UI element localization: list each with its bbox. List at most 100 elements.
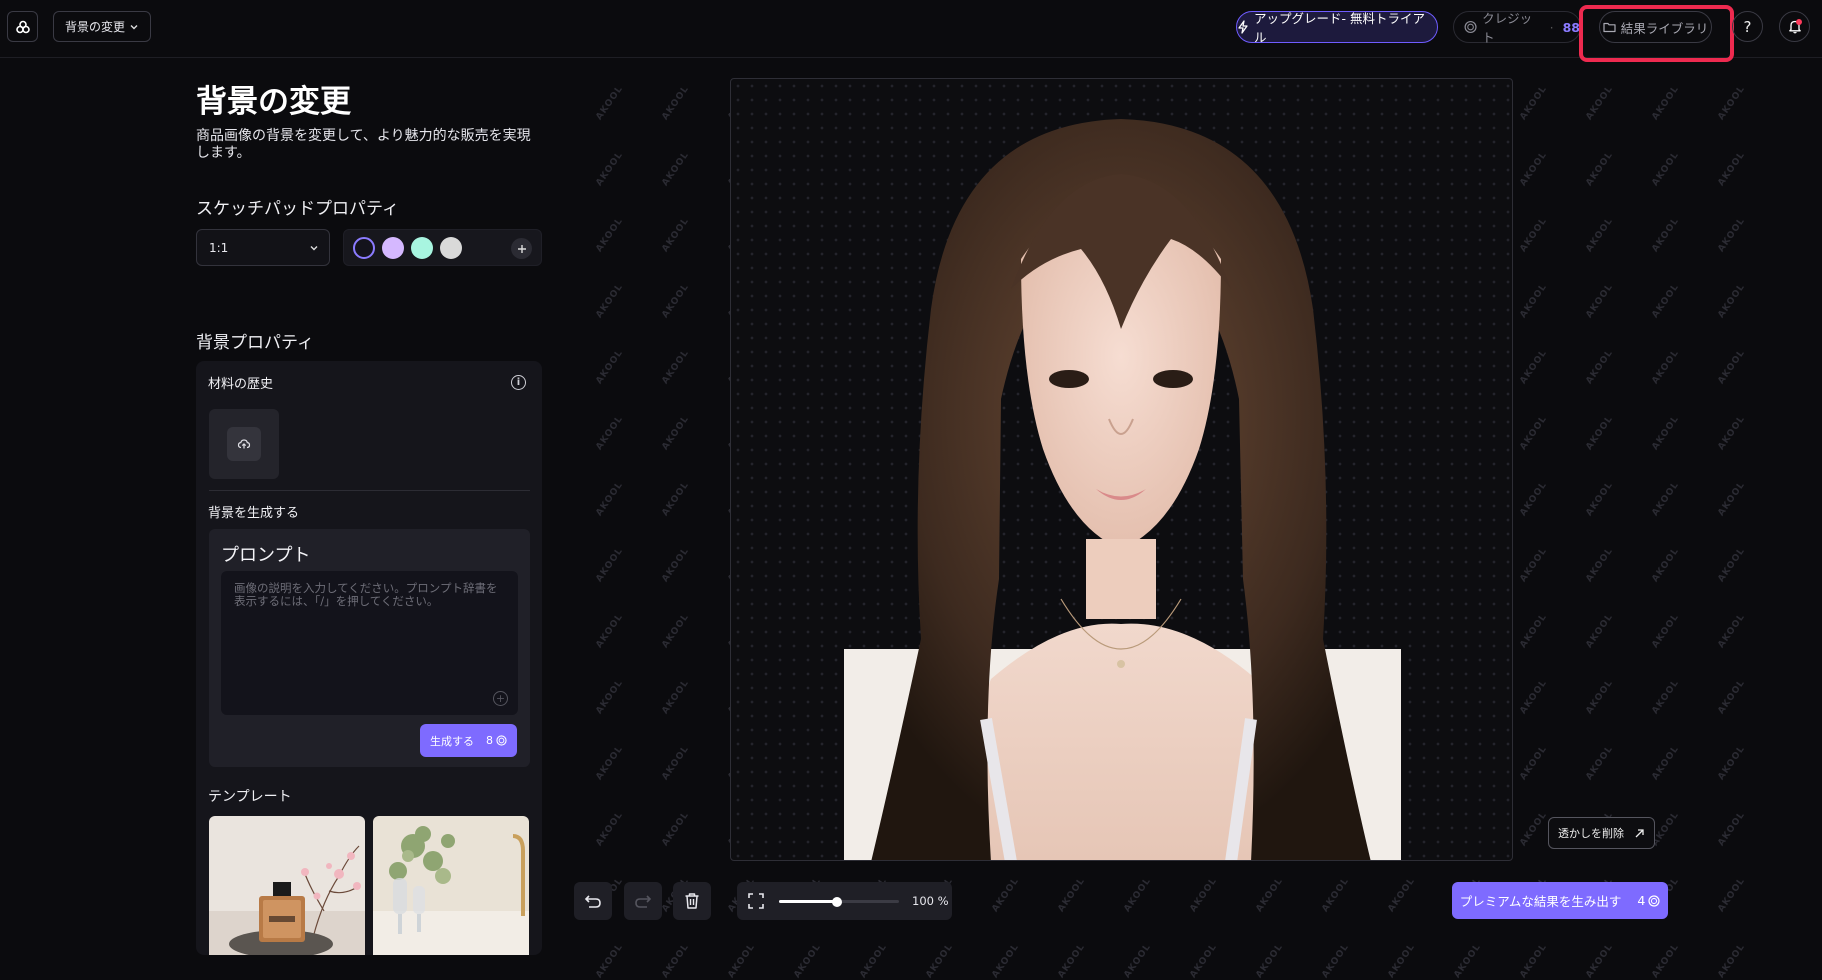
premium-cost: 4 — [1637, 893, 1660, 908]
generate-button-label: 生成する — [430, 734, 474, 748]
left-panel: 背景の変更 商品画像の背景を変更して、より魅力的な販売を実現します。 スケッチパ… — [196, 58, 542, 955]
watermark-text: AKOOL — [1518, 479, 1550, 519]
color-swatch-4[interactable] — [440, 236, 462, 259]
credits-badge[interactable]: クレジット · 88 — [1453, 11, 1581, 45]
watermark-text: AKOOL — [1518, 215, 1550, 255]
fullscreen-icon[interactable] — [748, 893, 764, 909]
delete-button[interactable] — [673, 882, 711, 920]
generate-button[interactable]: 生成する 8 — [420, 724, 517, 757]
watermark-text: AKOOL — [1650, 413, 1682, 453]
watermark-text: AKOOL — [1518, 149, 1550, 189]
watermark-text: AKOOL — [594, 809, 626, 849]
watermark-text: AKOOL — [1452, 941, 1484, 980]
watermark-text: AKOOL — [1518, 743, 1550, 783]
undo-button[interactable] — [574, 882, 612, 920]
prompt-box: プロンプト 画像の説明を入力してください。プロンプト辞書を表示するには、「/」を… — [209, 529, 530, 767]
arrow-up-right-icon — [1635, 828, 1644, 837]
trash-icon — [685, 893, 699, 909]
page-description: 商品画像の背景を変更して、より魅力的な販売を実現します。 — [196, 128, 531, 161]
remove-watermark-label: 透かしを削除 — [1558, 827, 1624, 840]
tool-select-dropdown[interactable]: 背景の変更 — [53, 11, 151, 42]
watermark-text: AKOOL — [1716, 479, 1748, 519]
logo-button[interactable] — [7, 11, 38, 42]
redo-button[interactable] — [624, 882, 662, 920]
divider — [209, 490, 530, 491]
table-template-image — [373, 816, 529, 955]
watermark-text: AKOOL — [792, 941, 824, 980]
watermark-text: AKOOL — [1650, 677, 1682, 717]
watermark-text: AKOOL — [1584, 677, 1616, 717]
remove-watermark-button[interactable]: 透かしを削除 — [1548, 817, 1655, 849]
upgrade-button[interactable]: アップグレード- 無料トライアル — [1236, 11, 1438, 45]
watermark-text: AKOOL — [1584, 611, 1616, 651]
coin-icon — [1464, 20, 1477, 34]
template-thumbnail-perfume[interactable] — [209, 816, 365, 955]
redo-icon — [635, 895, 652, 908]
watermark-text: AKOOL — [1518, 83, 1550, 123]
aspect-ratio-value: 1:1 — [209, 240, 229, 255]
watermark-text: AKOOL — [1650, 545, 1682, 585]
watermark-text: AKOOL — [1584, 149, 1616, 189]
watermark-text: AKOOL — [1188, 875, 1220, 915]
upload-material-button[interactable] — [209, 409, 279, 479]
upgrade-label: アップグレード- 無料トライアル — [1253, 11, 1425, 45]
color-swatch-3[interactable] — [411, 236, 433, 259]
watermark-text: AKOOL — [1518, 941, 1550, 980]
watermark-text: AKOOL — [1386, 941, 1418, 980]
results-library-button[interactable]: 結果ライブラリ — [1599, 11, 1712, 43]
watermark-text: AKOOL — [1254, 941, 1286, 980]
prompt-add-icon[interactable]: + — [493, 691, 508, 706]
watermark-text: AKOOL — [1716, 941, 1748, 980]
watermark-text: AKOOL — [990, 941, 1022, 980]
watermark-text: AKOOL — [1188, 941, 1220, 980]
undo-icon — [584, 895, 601, 908]
color-swatch-2[interactable] — [382, 236, 404, 259]
zoom-slider-handle[interactable] — [831, 896, 842, 907]
watermark-text: AKOOL — [594, 413, 626, 453]
watermark-text: AKOOL — [660, 83, 692, 123]
watermark-text: AKOOL — [1584, 479, 1616, 519]
prompt-input[interactable]: 画像の説明を入力してください。プロンプト辞書を表示するには、「/」を押してくださ… — [221, 571, 518, 715]
info-icon[interactable]: i — [511, 375, 526, 390]
watermark-text: AKOOL — [594, 281, 626, 321]
watermark-text: AKOOL — [594, 347, 626, 387]
watermark-text: AKOOL — [924, 941, 956, 980]
watermark-text: AKOOL — [1584, 215, 1616, 255]
zoom-control: 100 % — [737, 882, 952, 920]
background-properties-title: 背景プロパティ — [196, 333, 314, 353]
watermark-text: AKOOL — [1650, 347, 1682, 387]
zoom-level-text: 100 % — [912, 894, 949, 908]
template-thumbnail-table[interactable] — [373, 816, 529, 955]
generate-premium-button[interactable]: プレミアムな結果を生み出す 4 — [1452, 882, 1668, 919]
watermark-text: AKOOL — [1584, 281, 1616, 321]
generate-cost-value: 8 — [486, 734, 493, 747]
aspect-ratio-select[interactable]: 1:1 — [196, 229, 330, 266]
watermark-text: AKOOL — [1254, 875, 1286, 915]
watermark-text: AKOOL — [594, 479, 626, 519]
notification-dot — [1796, 19, 1802, 25]
add-color-button[interactable] — [511, 238, 532, 259]
help-button[interactable]: ? — [1732, 11, 1763, 42]
watermark-text: AKOOL — [1716, 611, 1748, 651]
watermark-text: AKOOL — [660, 809, 692, 849]
watermark-text: AKOOL — [594, 545, 626, 585]
credits-label: クレジット — [1482, 11, 1533, 45]
watermark-text: AKOOL — [594, 743, 626, 783]
page-title: 背景の変更 — [196, 84, 351, 120]
material-history-label: 材料の歴史 — [208, 377, 274, 392]
zoom-slider[interactable] — [779, 896, 899, 907]
zoom-slider-fill — [779, 900, 837, 903]
watermark-text: AKOOL — [858, 941, 890, 980]
top-bar: 背景の変更 アップグレード- 無料トライアル クレジット · 88 結果ライブラ… — [0, 0, 1822, 62]
background-properties-card: 材料の歴史 i 背景を生成する プロンプト 画像の説明を入力してください。プロン… — [196, 361, 542, 955]
generate-background-label: 背景を生成する — [208, 506, 300, 521]
watermark-text: AKOOL — [594, 611, 626, 651]
image-canvas[interactable] — [730, 78, 1513, 861]
watermark-text: AKOOL — [1650, 83, 1682, 123]
color-swatch-1[interactable] — [353, 236, 375, 259]
credits-separator: · — [1549, 19, 1554, 35]
watermark-text: AKOOL — [1518, 413, 1550, 453]
notifications-button[interactable] — [1779, 11, 1810, 42]
watermark-text: AKOOL — [660, 677, 692, 717]
watermark-text: AKOOL — [1584, 83, 1616, 123]
